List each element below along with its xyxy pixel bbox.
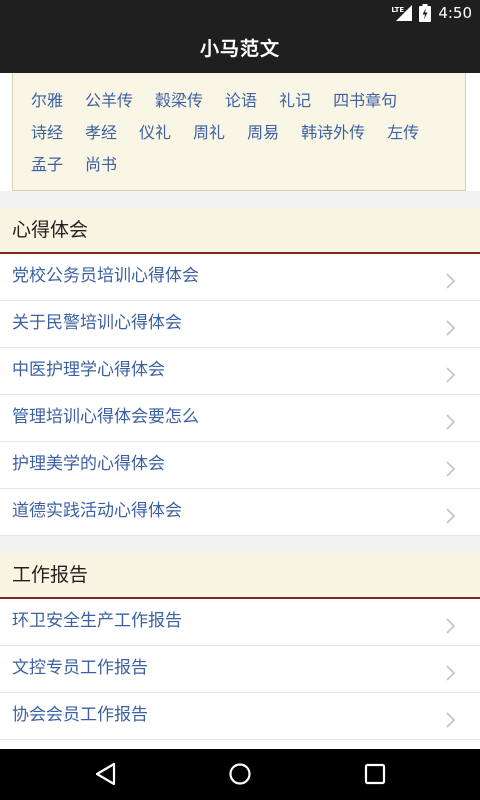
tag-row: 尔雅 公羊传 穀梁传 论语 礼记 四书章句: [31, 87, 461, 119]
chevron-right-icon: [446, 712, 456, 728]
status-bar: LTE 4:50: [0, 0, 480, 25]
tag-link[interactable]: 诗经: [31, 119, 63, 151]
chevron-right-icon: [446, 508, 456, 524]
list-item-label: 管理培训心得体会要怎么: [12, 407, 199, 427]
tag-link[interactable]: 公羊传: [85, 87, 133, 119]
home-icon[interactable]: [226, 761, 254, 787]
status-time: 4:50: [438, 3, 472, 22]
list-item[interactable]: 管理培训心得体会要怎么: [0, 395, 480, 442]
list-item-label: 护理美学的心得体会: [12, 454, 165, 474]
list-item-label: 关于民警培训心得体会: [12, 313, 182, 333]
tag-link[interactable]: 论语: [225, 87, 257, 119]
section-gap: [0, 536, 480, 553]
chevron-right-icon: [446, 320, 456, 336]
list-item[interactable]: 文控专员工作报告: [0, 646, 480, 693]
tag-link[interactable]: 穀梁传: [155, 87, 203, 119]
tag-link[interactable]: 孟子: [31, 151, 63, 183]
list-item[interactable]: 中医护理学心得体会: [0, 348, 480, 395]
tag-link[interactable]: 孝经: [85, 119, 117, 151]
app-header: 小马范文: [0, 25, 480, 73]
app-title: 小马范文: [199, 38, 280, 60]
list-item-label: 文控专员工作报告: [12, 658, 148, 678]
list-item[interactable]: 道德实践活动心得体会: [0, 489, 480, 536]
section-gap: [0, 191, 480, 208]
section-header-gongzuo: 工作报告: [0, 553, 480, 599]
tag-link[interactable]: 周礼: [193, 119, 225, 151]
recents-icon[interactable]: [361, 761, 389, 787]
section-title: 工作报告: [12, 564, 89, 586]
tag-link[interactable]: 周易: [247, 119, 279, 151]
chevron-right-icon: [446, 273, 456, 289]
list-item[interactable]: 协会会员工作报告: [0, 693, 480, 740]
tag-row: 孟子 尚书: [31, 151, 461, 183]
list-item[interactable]: 关于民警培训心得体会: [0, 301, 480, 348]
list-item[interactable]: 护理美学的心得体会: [0, 442, 480, 489]
section-header-xinde: 心得体会: [0, 208, 480, 254]
tag-link[interactable]: 仪礼: [139, 119, 171, 151]
list-item-label: 协会会员工作报告: [12, 705, 148, 725]
tag-link[interactable]: 左传: [387, 119, 419, 151]
section-title: 心得体会: [12, 219, 89, 241]
main-content[interactable]: 尔雅 公羊传 穀梁传 论语 礼记 四书章句 诗经 孝经 仪礼 周礼 周易 韩诗外…: [0, 73, 480, 749]
system-nav-bar: [0, 749, 480, 800]
list-item-label: 中医护理学心得体会: [12, 360, 165, 380]
chevron-right-icon: [446, 461, 456, 477]
chevron-right-icon: [446, 665, 456, 681]
list-item-label: 环卫安全生产工作报告: [12, 611, 182, 631]
status-icons: LTE 4:50: [390, 0, 472, 25]
signal-icon: LTE: [390, 4, 413, 21]
battery-icon: [419, 3, 432, 22]
list-item[interactable]: 党校公务员培训心得体会: [0, 254, 480, 301]
tag-link[interactable]: 尚书: [85, 151, 117, 183]
tag-link[interactable]: 尔雅: [31, 87, 63, 119]
list-item-label: 道德实践活动心得体会: [12, 501, 182, 521]
category-tags: 尔雅 公羊传 穀梁传 论语 礼记 四书章句 诗经 孝经 仪礼 周礼 周易 韩诗外…: [31, 87, 461, 183]
tag-row: 诗经 孝经 仪礼 周礼 周易 韩诗外传 左传: [31, 119, 461, 151]
list-item[interactable]: 环卫安全生产工作报告: [0, 599, 480, 646]
chevron-right-icon: [446, 618, 456, 634]
list-item-label: 党校公务员培训心得体会: [12, 266, 199, 286]
tag-link[interactable]: 礼记: [279, 87, 311, 119]
chevron-right-icon: [446, 367, 456, 383]
category-tag-box: 尔雅 公羊传 穀梁传 论语 礼记 四书章句 诗经 孝经 仪礼 周礼 周易 韩诗外…: [12, 73, 466, 191]
tag-link[interactable]: 四书章句: [333, 87, 397, 119]
back-icon[interactable]: [92, 761, 120, 787]
chevron-right-icon: [446, 414, 456, 430]
tag-link[interactable]: 韩诗外传: [301, 119, 365, 151]
